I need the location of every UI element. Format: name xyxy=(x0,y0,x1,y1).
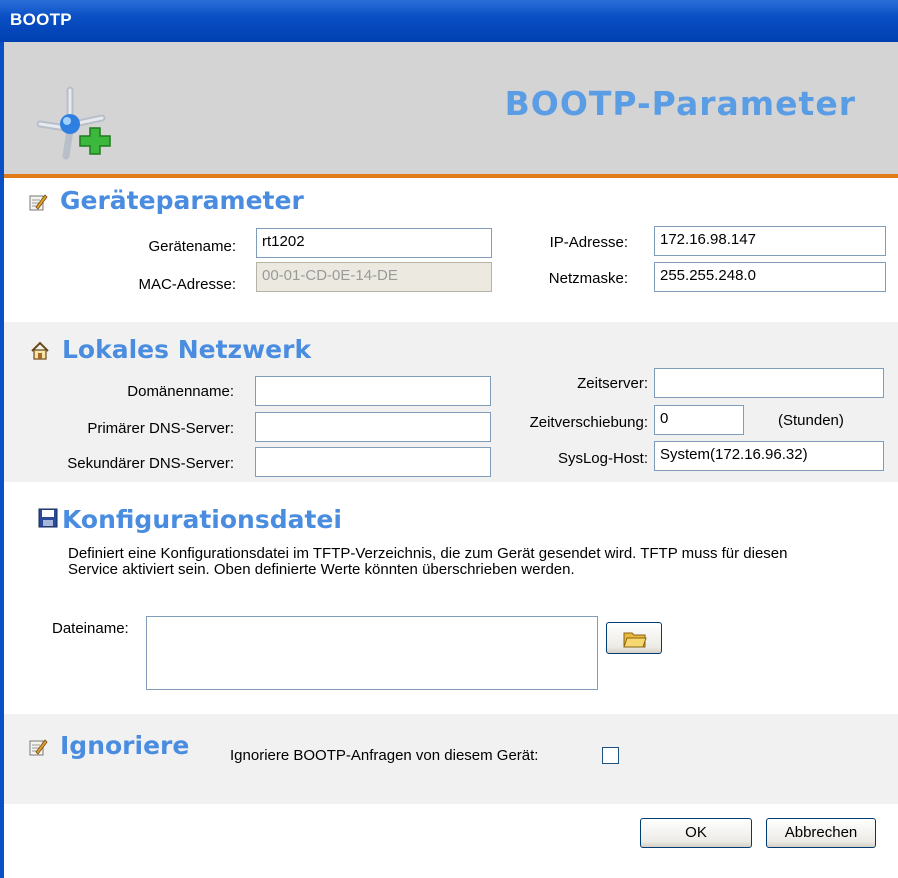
edit-icon xyxy=(29,739,48,756)
section-konfigurationsdatei: Konfigurationsdatei Definiert eine Konfi… xyxy=(4,484,898,712)
stunden-unit-label: (Stunden) xyxy=(778,412,844,429)
section-ignoriere: Ignoriere Ignoriere BOOTP-Anfragen von d… xyxy=(4,714,898,804)
window-title: BOOTP xyxy=(10,10,72,29)
browse-button[interactable] xyxy=(606,622,662,654)
domaenenname-label: Domänenname: xyxy=(127,383,234,400)
section-lokales-netzwerk: Lokales Netzwerk Domänenname: Primärer D… xyxy=(4,322,898,482)
domaenenname-field[interactable] xyxy=(255,376,491,406)
primaerer-dns-field[interactable] xyxy=(255,412,491,442)
header-banner: BOOTP-Parameter xyxy=(4,42,898,174)
title-bar[interactable]: BOOTP xyxy=(0,0,898,42)
geraetename-field[interactable]: rt1202 xyxy=(256,228,492,258)
ip-adresse-field[interactable]: 172.16.98.147 xyxy=(654,226,886,256)
konfig-description: Definiert eine Konfigurationsdatei im TF… xyxy=(68,545,788,578)
ignoriere-checkbox[interactable] xyxy=(602,747,619,764)
section-geraeteparameter: Geräteparameter Gerätename: rt1202 MAC-A… xyxy=(4,178,898,320)
netzmaske-label: Netzmaske: xyxy=(548,270,628,287)
section-title: Ignoriere xyxy=(60,731,190,760)
sekundaerer-dns-field[interactable] xyxy=(255,447,491,477)
zeitserver-field[interactable] xyxy=(654,368,884,398)
mac-adresse-field: 00-01-CD-0E-14-DE xyxy=(256,262,492,292)
folder-open-icon xyxy=(623,632,647,648)
zeitserver-label: Zeitserver: xyxy=(577,375,648,392)
zeitverschiebung-field[interactable]: 0 xyxy=(654,405,744,435)
banner-title: BOOTP-Parameter xyxy=(504,84,856,123)
syslog-host-field[interactable]: System(172.16.96.32) xyxy=(654,441,884,471)
network-add-icon xyxy=(36,86,111,160)
section-title: Geräteparameter xyxy=(60,186,304,215)
syslog-host-label: SysLog-Host: xyxy=(557,450,648,467)
primaerer-dns-label: Primärer DNS-Server: xyxy=(87,420,234,437)
section-title: Lokales Netzwerk xyxy=(62,335,312,364)
mac-adresse-label: MAC-Adresse: xyxy=(138,276,236,293)
dateiname-label: Dateiname: xyxy=(52,620,129,637)
ok-button[interactable]: OK xyxy=(640,818,752,848)
ignoriere-label: Ignoriere BOOTP-Anfragen von diesem Gerä… xyxy=(230,747,539,764)
save-icon xyxy=(38,508,58,528)
zeitverschiebung-label: Zeitverschiebung: xyxy=(529,414,648,431)
ip-adresse-label: IP-Adresse: xyxy=(549,234,628,251)
cancel-button[interactable]: Abbrechen xyxy=(766,818,876,848)
home-icon xyxy=(31,341,49,360)
dateiname-field[interactable] xyxy=(146,616,598,690)
geraetename-label: Gerätename: xyxy=(148,238,236,255)
sekundaerer-dns-label: Sekundärer DNS-Server: xyxy=(67,455,234,472)
netzmaske-field[interactable]: 255.255.248.0 xyxy=(654,262,886,292)
edit-icon xyxy=(29,194,48,211)
section-title: Konfigurationsdatei xyxy=(62,505,342,534)
